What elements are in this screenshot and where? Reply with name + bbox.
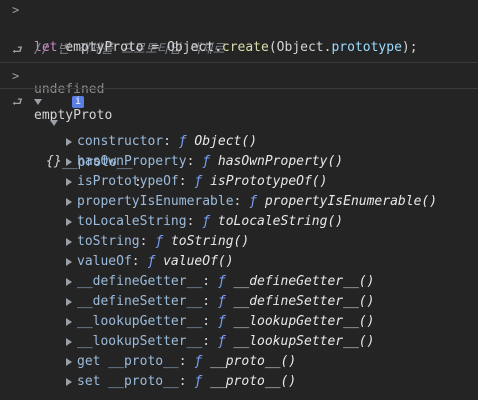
property-entry: __defineGetter__: ƒ __defineGetter__(): [77, 274, 375, 289]
property-key: set __proto__: [77, 374, 179, 389]
property-entry: __defineSetter__: ƒ __defineSetter__(): [77, 294, 375, 309]
expand-triangle-icon[interactable]: [66, 378, 72, 386]
expand-triangle-icon[interactable]: [66, 338, 72, 346]
property-key: hasOwnProperty: [77, 154, 187, 169]
expand-triangle-icon[interactable]: [66, 218, 72, 226]
property-entry: propertyIsEnumerable: ƒ propertyIsEnumer…: [77, 194, 438, 209]
property-entry: toString: ƒ toString(): [77, 234, 250, 249]
property-key: get __proto__: [77, 354, 179, 369]
expand-triangle-icon[interactable]: [66, 138, 72, 146]
function-signature: __defineGetter__(): [233, 274, 375, 289]
expand-triangle-icon[interactable]: [50, 120, 58, 126]
expand-triangle-icon[interactable]: [66, 258, 72, 266]
property-entry: __lookupGetter__: ƒ __lookupGetter__(): [77, 314, 375, 329]
function-icon: ƒ: [217, 274, 226, 289]
function-icon: ƒ: [155, 234, 164, 249]
function-icon: ƒ: [202, 154, 211, 169]
expand-triangle-icon[interactable]: [66, 178, 72, 186]
property-key: __lookupGetter__: [77, 314, 203, 329]
expand-triangle-icon[interactable]: [66, 278, 72, 286]
expand-triangle-icon[interactable]: [66, 238, 72, 246]
function-signature: toString(): [170, 234, 250, 249]
function-icon: ƒ: [217, 294, 226, 309]
property-key: valueOf: [77, 254, 132, 269]
function-signature: __proto__(): [210, 374, 297, 389]
return-arrow-icon: ⮐: [12, 95, 23, 109]
expand-triangle-icon[interactable]: [66, 298, 72, 306]
property-key: __defineGetter__: [77, 274, 203, 289]
function-signature: __defineSetter__(): [233, 294, 375, 309]
property-key: toLocaleString: [77, 214, 187, 229]
property-entry: valueOf: ƒ valueOf(): [77, 254, 234, 269]
property-entry: set __proto__: ƒ __proto__(): [77, 374, 297, 389]
property-key: isPrototypeOf: [77, 174, 179, 189]
function-icon: ƒ: [217, 334, 226, 349]
expand-triangle-icon[interactable]: [34, 99, 42, 105]
function-signature: toLocaleString(): [217, 214, 344, 229]
function-icon: ƒ: [194, 374, 203, 389]
property-entry: constructor: ƒ Object(): [77, 134, 258, 149]
expand-triangle-icon[interactable]: [66, 358, 72, 366]
return-arrow-icon: ⮐: [12, 43, 23, 57]
property-entry: get __proto__: ƒ __proto__(): [77, 354, 297, 369]
function-icon: ƒ: [147, 254, 156, 269]
function-icon: ƒ: [194, 354, 203, 369]
function-signature: propertyIsEnumerable(): [264, 194, 438, 209]
expand-triangle-icon[interactable]: [66, 198, 72, 206]
function-icon: ƒ: [202, 214, 211, 229]
function-icon: ƒ: [249, 194, 258, 209]
function-icon: ƒ: [194, 174, 203, 189]
function-icon: ƒ: [178, 134, 187, 149]
property-entry: toLocaleString: ƒ toLocaleString(): [77, 214, 344, 229]
function-signature: isPrototypeOf(): [210, 174, 328, 189]
chevron-right-icon: >: [12, 69, 20, 83]
property-key: toString: [77, 234, 140, 249]
function-icon: ƒ: [217, 314, 226, 329]
property-entry: isPrototypeOf: ƒ isPrototypeOf(): [77, 174, 328, 189]
function-signature: valueOf(): [163, 254, 234, 269]
function-signature: hasOwnProperty(): [217, 154, 344, 169]
property-key: __defineSetter__: [77, 294, 203, 309]
function-signature: __lookupSetter__(): [233, 334, 375, 349]
console-divider: [0, 62, 478, 63]
function-signature: Object(): [194, 134, 258, 149]
function-signature: __lookupGetter__(): [233, 314, 375, 329]
expand-triangle-icon[interactable]: [66, 158, 72, 166]
property-key: propertyIsEnumerable: [77, 194, 234, 209]
property-key: constructor: [77, 134, 164, 149]
chevron-right-icon: >: [12, 3, 20, 17]
info-icon[interactable]: i: [72, 96, 84, 108]
console-divider: [0, 88, 478, 89]
property-entry: __lookupSetter__: ƒ __lookupSetter__(): [77, 334, 375, 349]
function-signature: __proto__(): [210, 354, 297, 369]
expand-triangle-icon[interactable]: [66, 318, 72, 326]
property-key: __lookupSetter__: [77, 334, 203, 349]
property-entry: hasOwnProperty: ƒ hasOwnProperty(): [77, 154, 344, 169]
